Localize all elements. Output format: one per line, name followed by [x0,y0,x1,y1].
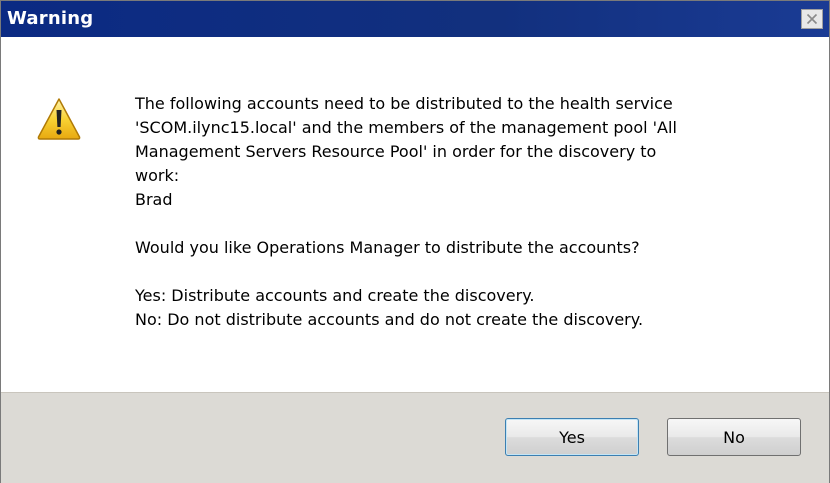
warning-dialog: Warning The following accounts need to b… [0,0,830,483]
no-button[interactable]: No [667,418,801,456]
close-icon [806,13,818,25]
warning-icon [37,98,81,140]
message-paragraph-accounts: The following accounts need to be distri… [135,94,677,209]
button-bar: Yes No [1,392,829,483]
title-bar[interactable]: Warning [1,1,829,37]
yes-button[interactable]: Yes [505,418,639,456]
close-button[interactable] [801,9,823,29]
message-text: The following accounts need to be distri… [135,92,805,332]
message-paragraph-options: Yes: Distribute accounts and create the … [135,286,644,329]
dialog-title: Warning [7,8,94,29]
message-paragraph-question: Would you like Operations Manager to dis… [135,238,640,257]
dialog-body: The following accounts need to be distri… [1,37,829,392]
